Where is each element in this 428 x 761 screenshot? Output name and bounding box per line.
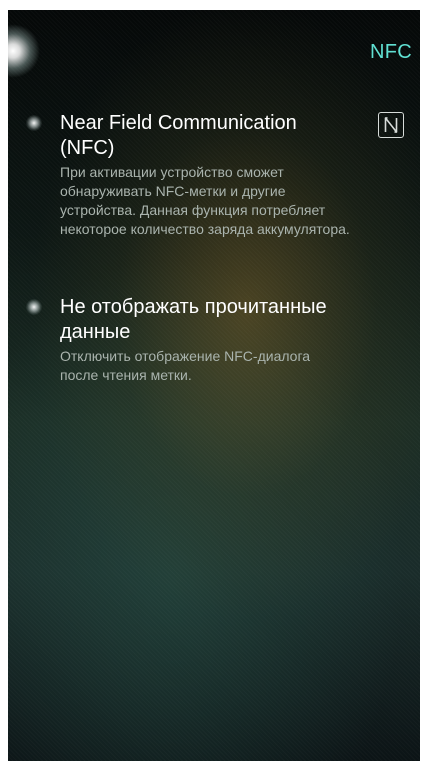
setting-nfc-toggle[interactable]: Near Field Communication (NFC) При актив…	[26, 111, 406, 239]
setting-title: Не отображать прочитанные данные	[60, 296, 327, 343]
setting-title: Near Field Communication (NFC)	[60, 112, 297, 159]
page-title: NFC	[369, 41, 412, 63]
setting-description: При активации устройство сможет обнаружи…	[60, 164, 350, 237]
nfc-icon	[378, 112, 404, 138]
setting-hide-read-data[interactable]: Не отображать прочитанные данные Отключи…	[26, 295, 406, 385]
setting-description: Отключить отображение NFC-диалога после …	[60, 348, 311, 383]
toggle-indicator-icon[interactable]	[26, 299, 42, 315]
toggle-indicator-icon[interactable]	[26, 115, 42, 131]
nfc-settings-screen: NFC Near Field Communication (NFC) При а…	[8, 10, 420, 761]
glow-decoration	[8, 24, 40, 78]
